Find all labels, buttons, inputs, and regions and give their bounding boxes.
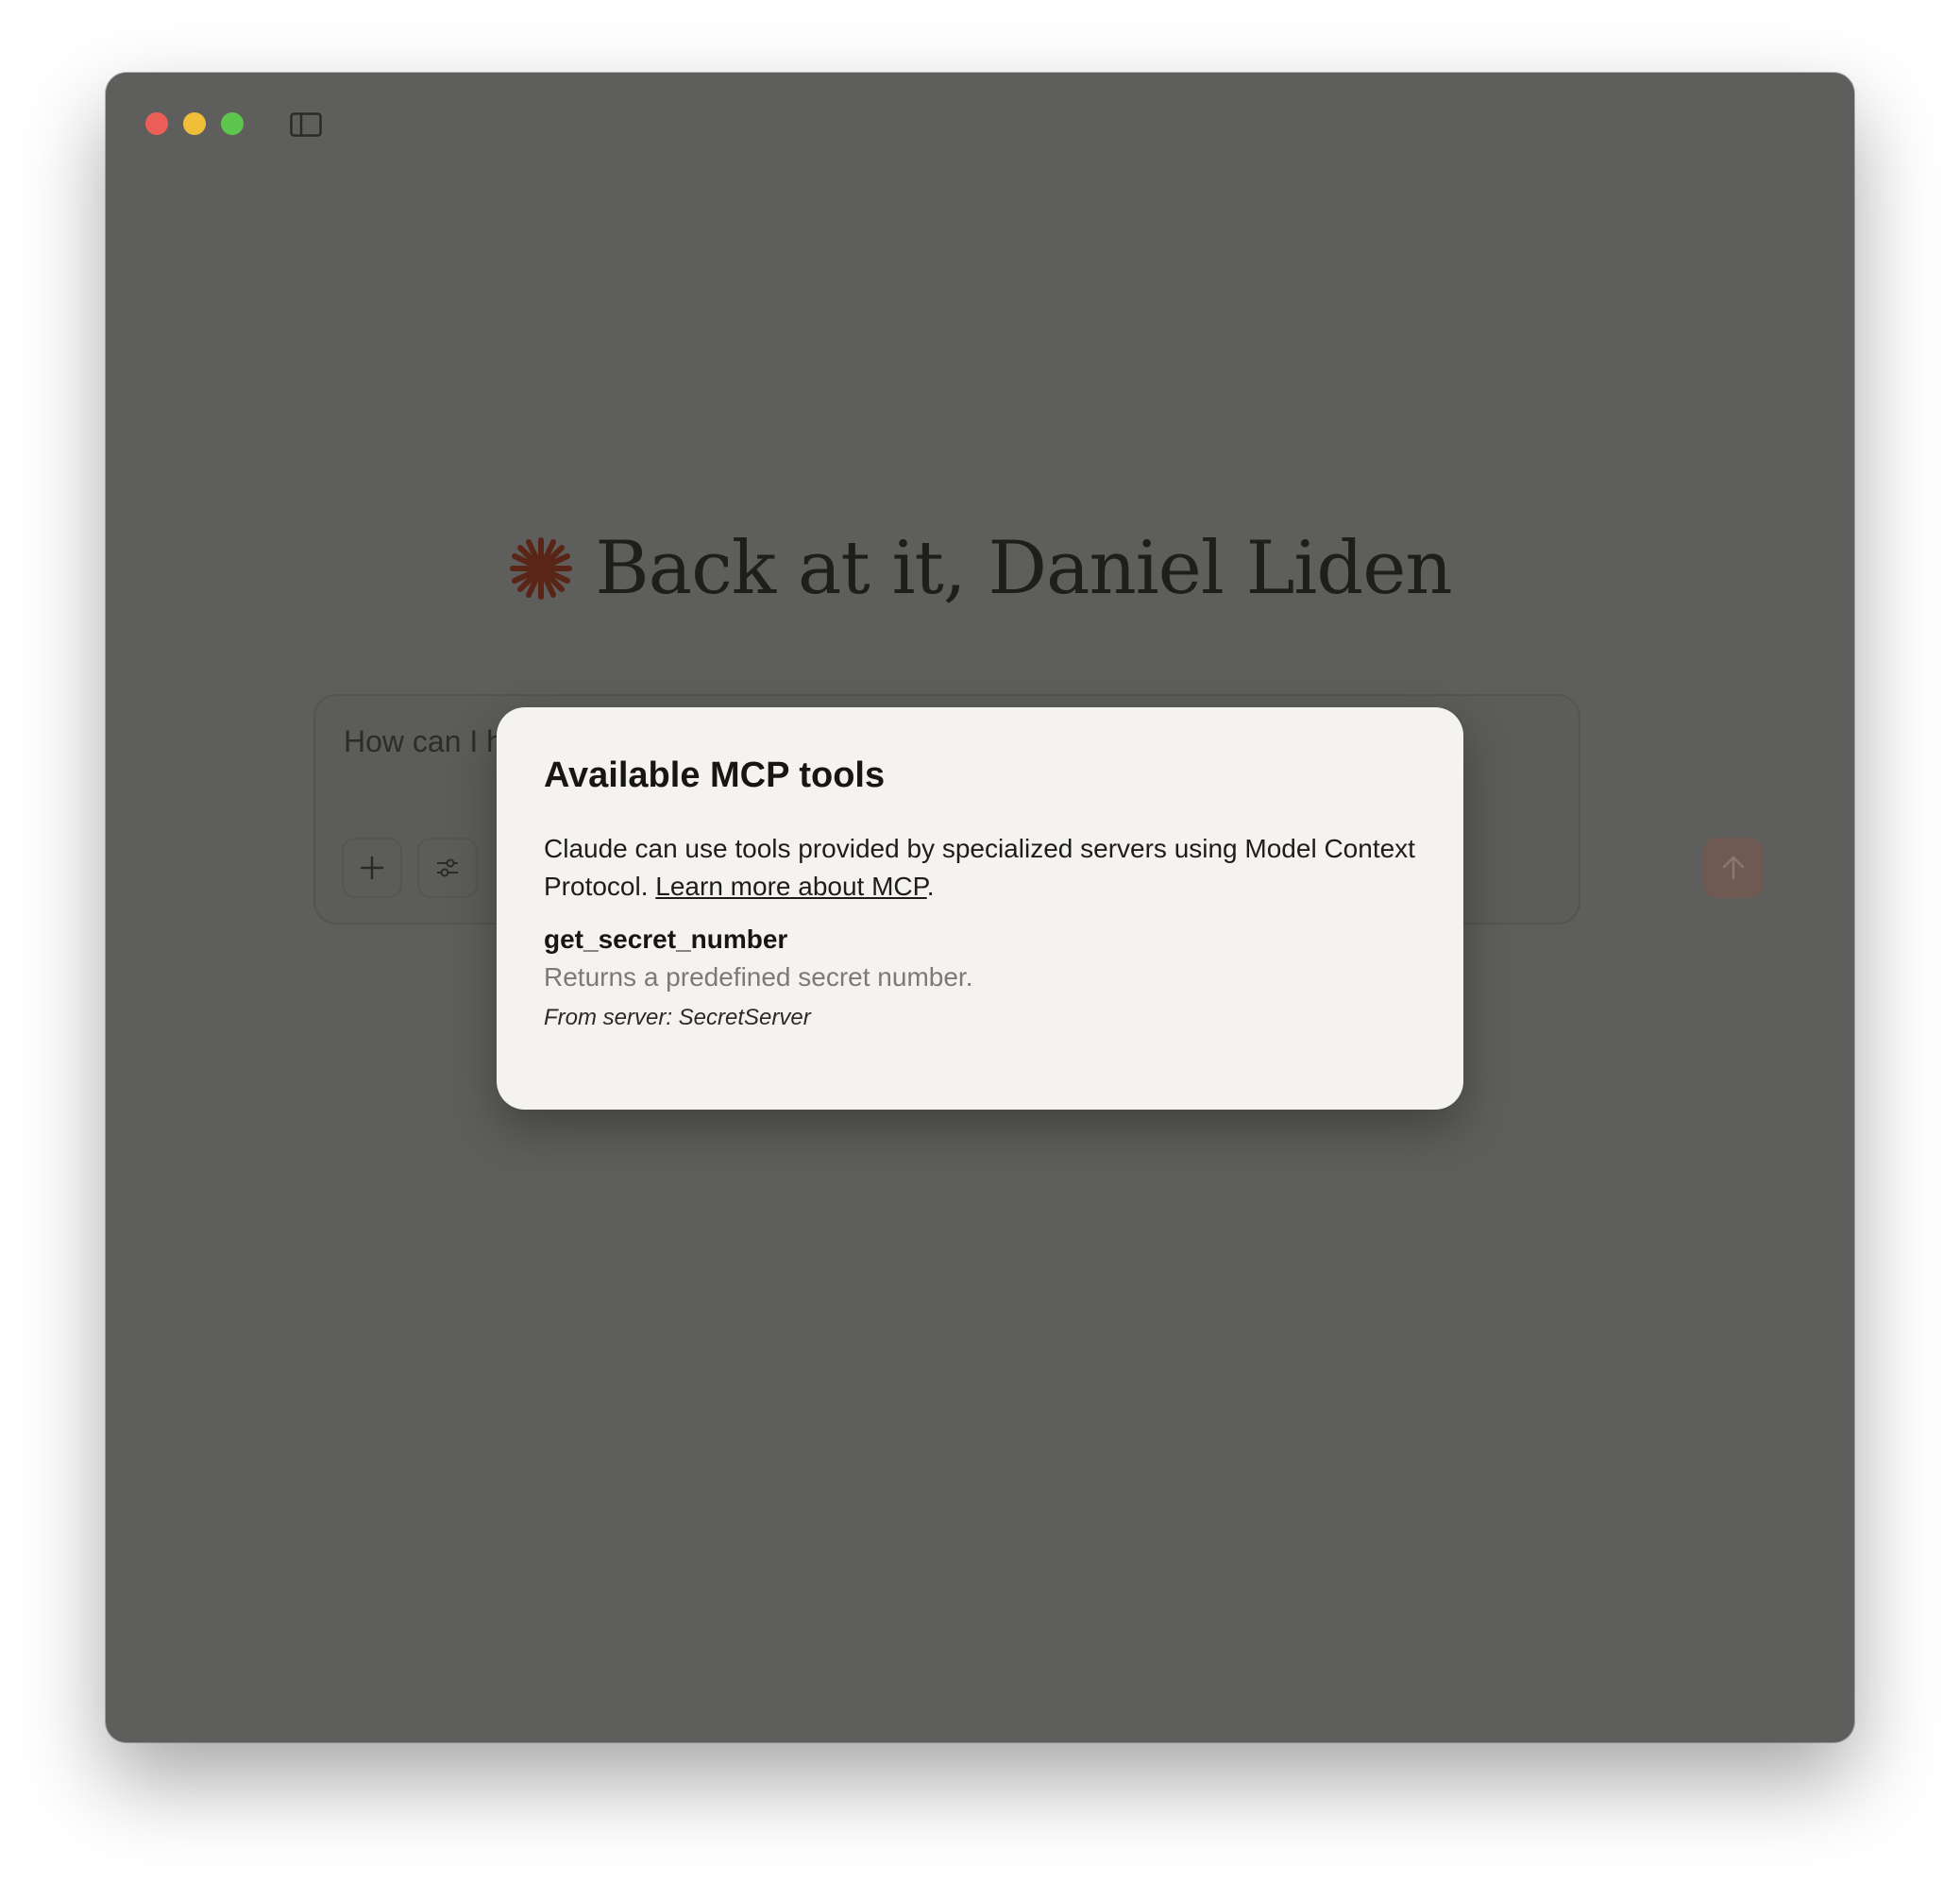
sliders-icon [437,858,458,877]
mcp-tools-dialog: Available MCP tools Claude can use tools… [497,707,1463,1110]
dialog-description-suffix: . [926,872,935,901]
plus-icon [360,856,384,880]
dialog-description: Claude can use tools provided by special… [544,830,1416,906]
app-window: Back at it, Daniel Liden How can I h Ava… [106,73,1854,1742]
add-button[interactable] [342,838,402,898]
greeting-text: Back at it, Daniel Liden [595,526,1452,611]
learn-more-link[interactable]: Learn more about MCP [655,872,926,901]
claude-spark-icon [508,535,574,602]
tool-list-item: get_secret_number Returns a predefined s… [544,921,1416,1040]
greeting: Back at it, Daniel Liden [106,517,1854,620]
window-maximize-button[interactable] [221,112,244,135]
tool-name: get_secret_number [544,925,788,954]
message-input[interactable]: How can I h [344,724,503,759]
send-button[interactable] [1703,838,1764,898]
arrow-up-icon [1722,856,1745,880]
sidebar-toggle-icon[interactable] [290,112,322,137]
window-close-button[interactable] [145,112,168,135]
tool-description: Returns a predefined secret number. [544,962,973,992]
window-minimize-button[interactable] [183,112,206,135]
tools-button[interactable] [417,838,478,898]
tool-server: From server: SecretServer [544,1005,811,1030]
dialog-title: Available MCP tools [544,755,886,795]
